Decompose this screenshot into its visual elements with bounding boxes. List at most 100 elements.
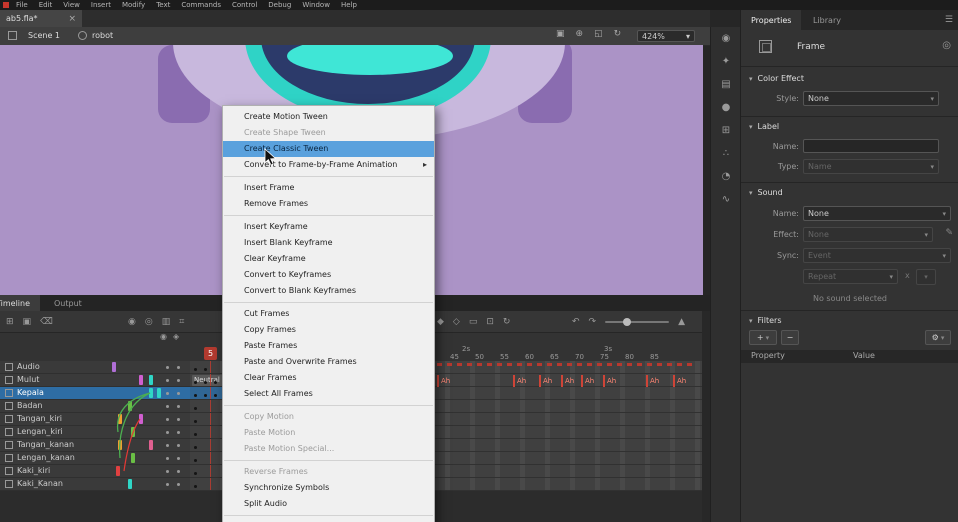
frame-marker-icon[interactable]: ⌗ bbox=[179, 317, 184, 327]
layer-kaki-kanan[interactable]: Kaki_Kanan bbox=[0, 478, 190, 491]
breadcrumb-scene[interactable]: Scene 1 bbox=[28, 31, 60, 40]
layers-icon[interactable]: ▤ bbox=[711, 73, 741, 96]
style-select[interactable]: None ▾ bbox=[803, 91, 939, 106]
menu-control[interactable]: Control bbox=[232, 1, 257, 9]
layer-kaki-kiri[interactable]: Kaki_kiri bbox=[0, 465, 190, 478]
add-filter-button[interactable]: + ▾ bbox=[749, 330, 777, 345]
layer-toggle-dot[interactable] bbox=[177, 457, 180, 460]
layer-toggle-dot[interactable] bbox=[166, 470, 169, 473]
layer-toggle-dot[interactable] bbox=[166, 483, 169, 486]
context-menu-item-convert-to-blank-keyframes[interactable]: Convert to Blank Keyframes bbox=[223, 283, 434, 299]
rotate-stage-icon[interactable]: ↻ bbox=[614, 29, 622, 39]
context-menu-item-convert-to-frame-by-frame-animation[interactable]: Convert to Frame-by-Frame Animation▸ bbox=[223, 157, 434, 173]
context-menu-item-convert-to-keyframes[interactable]: Convert to Keyframes bbox=[223, 267, 434, 283]
lock-icon[interactable]: ◈ bbox=[173, 332, 179, 341]
breadcrumb-symbol[interactable]: robot bbox=[92, 31, 113, 40]
context-menu-item-split-audio[interactable]: Split Audio bbox=[223, 496, 434, 512]
playhead[interactable]: 5 bbox=[204, 347, 217, 360]
menu-insert[interactable]: Insert bbox=[91, 1, 111, 9]
new-layer-icon[interactable]: ⊞ bbox=[6, 317, 14, 327]
loop-icon[interactable]: ↻ bbox=[503, 317, 511, 327]
layer-toggle-dot[interactable] bbox=[177, 392, 180, 395]
menu-debug[interactable]: Debug bbox=[268, 1, 291, 9]
menu-file[interactable]: File bbox=[16, 1, 28, 9]
insert-keyframe-icon[interactable]: ◆ bbox=[437, 317, 444, 327]
camera-icon[interactable]: ◉ bbox=[711, 27, 741, 50]
tab-library[interactable]: Library bbox=[803, 10, 851, 30]
snap-dots-icon[interactable]: ∴ bbox=[711, 142, 741, 165]
section-sound[interactable]: ▾Sound bbox=[749, 188, 783, 197]
context-menu-item-copy-frames[interactable]: Copy Frames bbox=[223, 322, 434, 338]
layer-toggle-dot[interactable] bbox=[166, 366, 169, 369]
menu-help[interactable]: Help bbox=[341, 1, 357, 9]
frame-span-icon[interactable]: ▭ bbox=[469, 317, 478, 327]
layer-mulut[interactable]: Mulut bbox=[0, 374, 190, 387]
layer-badan[interactable]: Badan bbox=[0, 400, 190, 413]
menu-window[interactable]: Window bbox=[302, 1, 330, 9]
layer-kepala[interactable]: Kepala bbox=[0, 387, 190, 400]
visibility-icon[interactable]: ◉ bbox=[160, 332, 167, 341]
context-menu-item-paste-and-overwrite-frames[interactable]: Paste and Overwrite Frames bbox=[223, 354, 434, 370]
menu-commands[interactable]: Commands bbox=[181, 1, 221, 9]
menu-text[interactable]: Text bbox=[156, 1, 170, 9]
onion-skin-icon[interactable]: ◉ bbox=[128, 317, 136, 327]
slider-knob[interactable] bbox=[623, 318, 631, 326]
timeline-zoom-slider[interactable] bbox=[605, 321, 669, 323]
context-menu-item-clear-keyframe[interactable]: Clear Keyframe bbox=[223, 251, 434, 267]
layer-toggle-dot[interactable] bbox=[166, 405, 169, 408]
sound-name-select[interactable]: None ▾ bbox=[803, 206, 951, 221]
zoom-select[interactable]: 424% ▾ bbox=[637, 30, 695, 42]
context-menu-item-select-all-frames[interactable]: Select All Frames bbox=[223, 386, 434, 402]
context-menu-item-paste-frames[interactable]: Paste Frames bbox=[223, 338, 434, 354]
context-menu-item-insert-keyframe[interactable]: Insert Keyframe bbox=[223, 219, 434, 235]
tab-output[interactable]: Output bbox=[44, 295, 92, 311]
history-icon[interactable]: ◔ bbox=[711, 165, 741, 188]
layer-toggle-dot[interactable] bbox=[177, 366, 180, 369]
layer-tangan-kanan[interactable]: Tangan_kanan bbox=[0, 439, 190, 452]
new-folder-icon[interactable]: ▣ bbox=[23, 317, 32, 327]
frame-options-icon[interactable]: ◎ bbox=[942, 40, 951, 51]
delete-layer-icon[interactable]: ⌫ bbox=[40, 317, 53, 327]
context-menu-item-create-classic-tween[interactable]: Create Classic Tween bbox=[223, 141, 434, 157]
clip-content-icon[interactable]: ◱ bbox=[594, 29, 603, 39]
tab-properties[interactable]: Properties bbox=[741, 10, 801, 30]
layer-toggle-dot[interactable] bbox=[166, 444, 169, 447]
section-color-effect[interactable]: ▾Color Effect bbox=[749, 74, 804, 83]
layer-toggle-dot[interactable] bbox=[177, 431, 180, 434]
collapse-triangle-icon[interactable]: ▾ bbox=[749, 189, 753, 197]
audio-graph-icon[interactable]: ∿ bbox=[711, 188, 741, 211]
document-tab[interactable]: ab5.fla* × bbox=[0, 10, 82, 27]
step-back-icon[interactable]: ↶ bbox=[572, 317, 580, 327]
layer-toggle-dot[interactable] bbox=[177, 379, 180, 382]
stage-centering-icon[interactable]: ⊕ bbox=[576, 29, 584, 39]
grid-icon[interactable]: ⊞ bbox=[711, 119, 741, 142]
collapse-triangle-icon[interactable]: ▾ bbox=[749, 317, 753, 325]
close-tab-icon[interactable]: × bbox=[68, 14, 76, 24]
context-menu-item-synchronize-symbols[interactable]: Synchronize Symbols bbox=[223, 480, 434, 496]
onion-skin-outlines-icon[interactable]: ◎ bbox=[145, 317, 153, 327]
panel-menu-icon[interactable]: ☰ bbox=[945, 15, 953, 25]
tab-timeline[interactable]: Timeline bbox=[0, 295, 40, 311]
layer-toggle-dot[interactable] bbox=[166, 431, 169, 434]
section-filters[interactable]: ▾Filters bbox=[749, 316, 782, 325]
info-icon[interactable]: ● bbox=[711, 96, 741, 119]
layer-toggle-dot[interactable] bbox=[166, 457, 169, 460]
context-menu-item-clear-frames[interactable]: Clear Frames bbox=[223, 370, 434, 386]
layer-toggle-dot[interactable] bbox=[177, 483, 180, 486]
menu-modify[interactable]: Modify bbox=[122, 1, 145, 9]
filter-options-button[interactable]: ⚙ ▾ bbox=[925, 330, 951, 345]
context-menu-item-cut-frames[interactable]: Cut Frames bbox=[223, 306, 434, 322]
layer-toggle-dot[interactable] bbox=[166, 392, 169, 395]
menu-edit[interactable]: Edit bbox=[39, 1, 53, 9]
layer-toggle-dot[interactable] bbox=[177, 444, 180, 447]
layer-toggle-dot[interactable] bbox=[177, 405, 180, 408]
layer-lengan-kanan[interactable]: Lengan_kanan bbox=[0, 452, 190, 465]
frame-size-icon[interactable]: ▲ bbox=[678, 317, 685, 327]
layer-audio[interactable]: Audio bbox=[0, 361, 190, 374]
camera-preview-icon[interactable]: ▣ bbox=[556, 29, 565, 39]
insert-blank-keyframe-icon[interactable]: ◇ bbox=[453, 317, 460, 327]
context-menu-item-create-motion-tween[interactable]: Create Motion Tween bbox=[223, 109, 434, 125]
asset-warp-icon[interactable]: ✦ bbox=[711, 50, 741, 73]
menu-view[interactable]: View bbox=[63, 1, 80, 9]
remove-filter-button[interactable]: − bbox=[781, 330, 799, 345]
